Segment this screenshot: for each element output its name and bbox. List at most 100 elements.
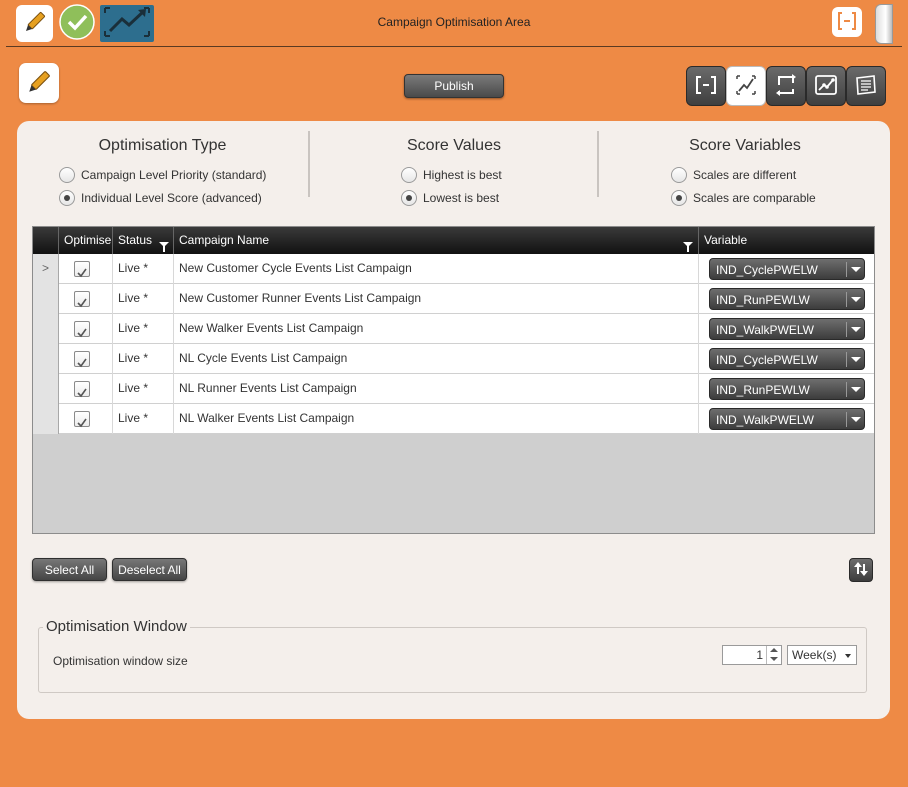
row-selector[interactable]: > (33, 254, 59, 284)
radio-button[interactable] (59, 190, 75, 206)
select-all-button[interactable]: Select All (32, 558, 107, 581)
row-selector[interactable] (33, 284, 59, 314)
optimise-cell[interactable] (59, 284, 113, 314)
variable-cell[interactable]: IND_CyclePWELW (699, 254, 874, 284)
expand-button[interactable] (832, 7, 862, 37)
variable-value: IND_RunPEWLW (716, 383, 810, 397)
optimise-cell[interactable] (59, 314, 113, 344)
variable-cell[interactable]: IND_CyclePWELW (699, 344, 874, 374)
chevron-up-icon[interactable] (770, 648, 778, 652)
view-loop-button[interactable] (766, 66, 806, 106)
variable-cell[interactable]: IND_WalkPWELW (699, 314, 874, 344)
chart-points-icon (814, 73, 838, 100)
variable-dropdown[interactable]: IND_WalkPWELW (709, 408, 865, 430)
approve-button[interactable] (58, 4, 95, 42)
table-row[interactable]: > Live * New Customer Cycle Events List … (33, 254, 874, 284)
row-header-column (33, 227, 59, 254)
stepper-buttons[interactable] (766, 646, 781, 664)
edit-button[interactable] (16, 5, 53, 42)
score-variables-title: Score Variables (689, 137, 801, 154)
table-row[interactable]: Live * New Customer Runner Events List C… (33, 284, 874, 314)
radio-button[interactable] (671, 167, 687, 183)
optimise-checkbox[interactable] (74, 321, 90, 338)
edit-mode-button[interactable] (19, 63, 59, 103)
radio-scales-comparable[interactable]: Scales are comparable (671, 189, 816, 207)
radio-button[interactable] (401, 190, 417, 206)
radio-button[interactable] (671, 190, 687, 206)
radio-scales-different[interactable]: Scales are different (671, 166, 796, 184)
loop-icon (774, 73, 798, 100)
pencil-icon (23, 10, 47, 37)
status-cell: Live * (113, 404, 174, 434)
radio-label: Scales are comparable (693, 191, 816, 205)
variable-value: IND_RunPEWLW (716, 293, 810, 307)
optimise-cell[interactable] (59, 254, 113, 284)
view-list-button[interactable] (846, 66, 886, 106)
radio-button[interactable] (59, 167, 75, 183)
view-bracket-button[interactable] (686, 66, 726, 106)
optimise-checkbox[interactable] (74, 381, 90, 398)
row-selector[interactable] (33, 344, 59, 374)
refresh-button[interactable] (849, 558, 873, 582)
column-status-label: Status (118, 233, 153, 247)
variable-dropdown[interactable]: IND_RunPEWLW (709, 288, 865, 310)
campaign-name-cell: NL Cycle Events List Campaign (174, 344, 699, 374)
radio-lowest-best[interactable]: Lowest is best (401, 189, 499, 207)
campaign-name-cell: New Walker Events List Campaign (174, 314, 699, 344)
campaign-grid: Optimise Status Campaign Name Variable >… (32, 226, 875, 534)
row-selector[interactable] (33, 404, 59, 434)
optimise-cell[interactable] (59, 374, 113, 404)
campaign-name-cell: New Customer Cycle Events List Campaign (174, 254, 699, 284)
view-chart-button[interactable] (806, 66, 846, 106)
group-divider (308, 131, 310, 197)
variable-dropdown[interactable]: IND_CyclePWELW (709, 348, 865, 370)
chevron-down-icon (846, 352, 864, 367)
side-panel-handle[interactable] (875, 4, 893, 44)
column-optimise[interactable]: Optimise (59, 227, 113, 254)
campaign-name-cell: New Customer Runner Events List Campaign (174, 284, 699, 314)
radio-individual-level[interactable]: Individual Level Score (advanced) (59, 189, 262, 207)
variable-cell[interactable]: IND_RunPEWLW (699, 284, 874, 314)
column-campaign-name-label: Campaign Name (179, 233, 270, 247)
app-title: Campaign Optimisation Area (377, 15, 531, 29)
optimise-cell[interactable] (59, 404, 113, 434)
variable-cell[interactable]: IND_RunPEWLW (699, 374, 874, 404)
radio-campaign-level[interactable]: Campaign Level Priority (standard) (59, 166, 266, 184)
optimise-checkbox[interactable] (74, 411, 90, 428)
window-size-label: Optimisation window size (53, 654, 188, 668)
trend-chart-button[interactable] (100, 5, 154, 42)
view-trend-button[interactable] (726, 66, 766, 106)
window-size-stepper[interactable]: 1 (722, 645, 782, 665)
table-row[interactable]: Live * NL Runner Events List Campaign IN… (33, 374, 874, 404)
column-status[interactable]: Status (113, 227, 174, 254)
column-variable[interactable]: Variable (699, 227, 874, 254)
optimise-cell[interactable] (59, 344, 113, 374)
list-icon (854, 73, 878, 100)
publish-button[interactable]: Publish (404, 74, 504, 98)
row-selector[interactable] (33, 374, 59, 404)
optimise-checkbox[interactable] (74, 351, 90, 368)
variable-dropdown[interactable]: IND_CyclePWELW (709, 258, 865, 280)
table-row[interactable]: Live * New Walker Events List Campaign I… (33, 314, 874, 344)
variable-value: IND_WalkPWELW (716, 323, 815, 337)
radio-highest-best[interactable]: Highest is best (401, 166, 502, 184)
variable-cell[interactable]: IND_WalkPWELW (699, 404, 874, 434)
window-unit-select[interactable]: Week(s) (787, 645, 857, 665)
optimisation-type-title: Optimisation Type (98, 137, 227, 154)
variable-dropdown[interactable]: IND_RunPEWLW (709, 378, 865, 400)
column-campaign-name[interactable]: Campaign Name (174, 227, 699, 254)
pencil-icon (26, 69, 52, 98)
chevron-down-icon[interactable] (770, 657, 778, 661)
refresh-icon (853, 561, 869, 580)
variable-dropdown[interactable]: IND_WalkPWELW (709, 318, 865, 340)
radio-button[interactable] (401, 167, 417, 183)
radio-label: Scales are different (693, 168, 797, 182)
optimise-checkbox[interactable] (74, 291, 90, 308)
optimise-checkbox[interactable] (74, 261, 90, 278)
chevron-down-icon (846, 262, 864, 277)
table-row[interactable]: Live * NL Cycle Events List Campaign IND… (33, 344, 874, 374)
row-selector[interactable] (33, 314, 59, 344)
radio-label: Lowest is best (423, 191, 500, 205)
deselect-all-button[interactable]: Deselect All (112, 558, 187, 581)
table-row[interactable]: Live * NL Walker Events List Campaign IN… (33, 404, 874, 434)
